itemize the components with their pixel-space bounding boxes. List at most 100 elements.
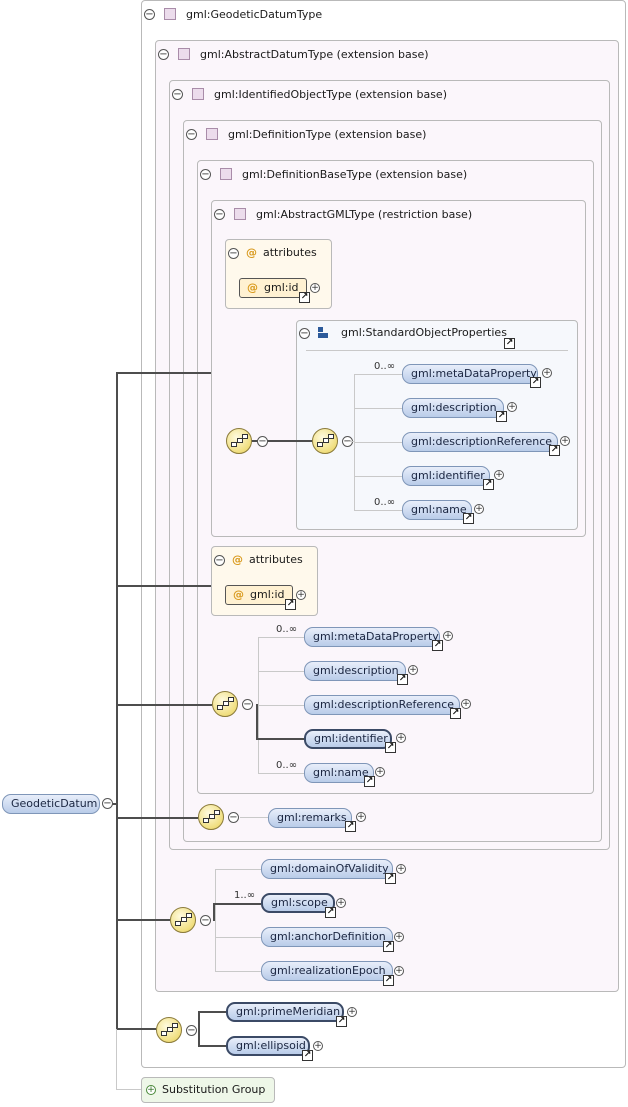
- link-arrow-icon[interactable]: ↗: [432, 640, 443, 651]
- link-arrow-icon[interactable]: ↗: [530, 377, 541, 388]
- branch-line: [215, 869, 261, 870]
- collapse-icon[interactable]: −: [158, 49, 169, 60]
- element-meta-data-property[interactable]: gml:metaDataProperty: [402, 364, 538, 384]
- expand-icon[interactable]: +: [474, 504, 484, 514]
- expand-icon[interactable]: +: [146, 1085, 156, 1095]
- collapse-icon[interactable]: −: [299, 328, 310, 339]
- attribute-gml-id-outer[interactable]: @ gml:id: [225, 585, 293, 605]
- element-domain-of-validity[interactable]: gml:domainOfValidity: [261, 859, 393, 879]
- expand-icon[interactable]: +: [408, 665, 418, 675]
- element-name[interactable]: gml:name: [402, 500, 472, 520]
- attribute-icon: @: [233, 588, 244, 601]
- link-arrow-icon[interactable]: ↗: [383, 941, 394, 952]
- collapse-icon[interactable]: −: [214, 555, 225, 566]
- expand-icon[interactable]: +: [396, 864, 406, 874]
- sequence-compositor-icon[interactable]: [156, 1017, 182, 1043]
- element-description-reference[interactable]: gml:descriptionReference: [304, 695, 460, 715]
- link-arrow-icon[interactable]: ↗: [385, 873, 396, 884]
- collapse-icon[interactable]: −: [257, 436, 268, 447]
- expand-icon[interactable]: +: [310, 283, 320, 293]
- group-divider: [306, 350, 568, 351]
- link-arrow-icon[interactable]: ↗: [549, 445, 560, 456]
- collapse-icon[interactable]: −: [214, 209, 225, 220]
- link-arrow-icon[interactable]: ↗: [483, 479, 494, 490]
- collapse-icon[interactable]: −: [186, 1025, 197, 1036]
- connector: [213, 903, 261, 905]
- expand-icon[interactable]: +: [560, 436, 570, 446]
- cardinality: 0..∞: [276, 760, 298, 771]
- element-remarks[interactable]: gml:remarks: [268, 808, 352, 828]
- type-label-abstract-datum: gml:AbstractDatumType (extension base): [200, 48, 429, 61]
- link-arrow-icon[interactable]: ↗: [463, 513, 474, 524]
- collapse-icon[interactable]: −: [186, 129, 197, 140]
- collapse-icon[interactable]: −: [228, 248, 239, 259]
- complex-type-icon: [206, 128, 218, 140]
- expand-icon[interactable]: +: [356, 812, 366, 822]
- link-arrow-icon[interactable]: ↗: [385, 742, 396, 753]
- link-arrow-icon[interactable]: ↗: [383, 975, 394, 986]
- link-arrow-icon[interactable]: ↗: [496, 411, 507, 422]
- attribute-gml-id-inner[interactable]: @ gml:id: [239, 278, 307, 298]
- link-arrow-icon[interactable]: ↗: [345, 821, 356, 832]
- cardinality: 0..∞: [374, 361, 396, 372]
- expand-icon[interactable]: +: [542, 368, 552, 378]
- link-arrow-icon[interactable]: ↗: [504, 338, 515, 349]
- root-element-geodetic-datum[interactable]: GeodeticDatum: [2, 794, 100, 814]
- branch-line: [354, 510, 402, 511]
- branch-line: [215, 937, 261, 938]
- branch-line: [258, 773, 304, 774]
- expand-icon[interactable]: +: [313, 1041, 323, 1051]
- expand-icon[interactable]: +: [494, 470, 504, 480]
- element-prime-meridian[interactable]: gml:primeMeridian: [226, 1002, 344, 1022]
- attribute-name: gml:id: [250, 588, 285, 601]
- link-arrow-icon[interactable]: ↗: [336, 1016, 347, 1027]
- collapse-icon[interactable]: −: [200, 169, 211, 180]
- cardinality: 0..∞: [276, 624, 298, 635]
- link-arrow-icon[interactable]: ↗: [299, 292, 310, 303]
- element-realization-epoch[interactable]: gml:realizationEpoch: [261, 961, 393, 981]
- expand-icon[interactable]: +: [394, 966, 404, 976]
- sequence-compositor-icon[interactable]: [312, 428, 338, 454]
- sequence-compositor-icon[interactable]: [170, 907, 196, 933]
- connector: [116, 704, 212, 706]
- sequence-compositor-icon[interactable]: [226, 428, 252, 454]
- expand-icon[interactable]: +: [347, 1007, 357, 1017]
- connector: [198, 1011, 200, 1047]
- link-arrow-icon[interactable]: ↗: [397, 674, 408, 685]
- collapse-icon[interactable]: −: [242, 699, 253, 710]
- sequence-compositor-icon[interactable]: [212, 691, 238, 717]
- sequence-compositor-icon[interactable]: [198, 804, 224, 830]
- link-arrow-icon[interactable]: ↗: [302, 1050, 313, 1061]
- expand-icon[interactable]: +: [507, 402, 517, 412]
- link-arrow-icon[interactable]: ↗: [325, 907, 336, 918]
- connector: [116, 372, 211, 374]
- element-anchor-definition[interactable]: gml:anchorDefinition: [261, 927, 393, 947]
- expand-icon[interactable]: +: [443, 631, 453, 641]
- collapse-icon[interactable]: −: [172, 89, 183, 100]
- element-description-reference[interactable]: gml:descriptionReference: [402, 432, 558, 452]
- attributes-label: attributes: [249, 553, 303, 566]
- element-description[interactable]: gml:description: [304, 661, 406, 681]
- element-meta-data-property[interactable]: gml:metaDataProperty: [304, 627, 440, 647]
- expand-icon[interactable]: +: [336, 898, 346, 908]
- expand-icon[interactable]: +: [394, 932, 404, 942]
- expand-icon[interactable]: +: [461, 699, 471, 709]
- collapse-icon[interactable]: −: [102, 798, 113, 809]
- link-arrow-icon[interactable]: ↗: [285, 599, 296, 610]
- link-arrow-icon[interactable]: ↗: [450, 708, 461, 719]
- collapse-icon[interactable]: −: [228, 812, 239, 823]
- collapse-icon[interactable]: −: [200, 915, 211, 926]
- link-arrow-icon[interactable]: ↗: [364, 776, 375, 787]
- element-identifier[interactable]: gml:identifier: [402, 466, 490, 486]
- expand-icon[interactable]: +: [296, 590, 306, 600]
- branch-line: [258, 705, 304, 706]
- connector: [198, 1011, 226, 1013]
- expand-icon[interactable]: +: [375, 767, 385, 777]
- expand-icon[interactable]: +: [396, 733, 406, 743]
- collapse-icon[interactable]: −: [144, 9, 155, 20]
- element-ellipsoid[interactable]: gml:ellipsoid: [226, 1036, 310, 1056]
- connector: [198, 1045, 226, 1047]
- element-identifier[interactable]: gml:identifier: [304, 729, 392, 749]
- element-scope[interactable]: gml:scope: [261, 893, 335, 913]
- element-description[interactable]: gml:description: [402, 398, 504, 418]
